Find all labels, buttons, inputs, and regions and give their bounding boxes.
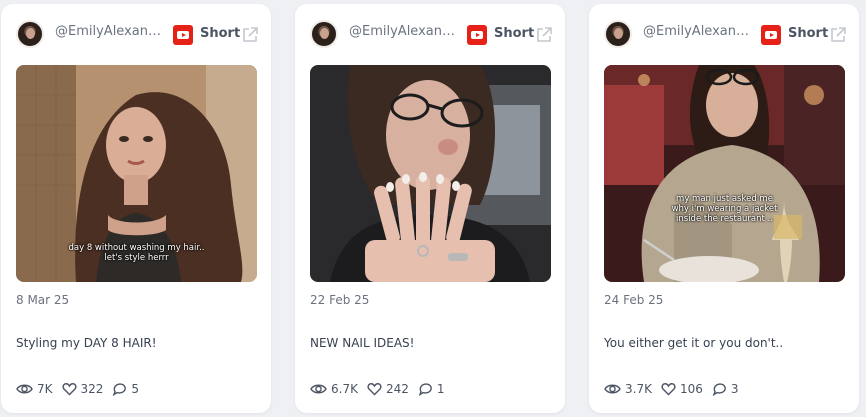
- comments-count: 5: [131, 382, 140, 396]
- eye-icon: [310, 384, 327, 394]
- creator-handle[interactable]: @EmilyAlexand...: [55, 24, 167, 39]
- comments-stat: 5: [112, 382, 139, 396]
- engagement-stats: 6.7K 242 1: [310, 380, 454, 398]
- external-link-icon[interactable]: [829, 26, 847, 44]
- platform-label: Short: [788, 26, 829, 41]
- eye-icon: [16, 384, 33, 394]
- video-thumbnail[interactable]: my man just asked me why i'm wearing a j…: [604, 65, 845, 282]
- comments-stat: 1: [418, 382, 445, 396]
- post-date: 24 Feb 25: [604, 293, 664, 307]
- post-title: You either get it or you don't..: [604, 336, 784, 350]
- views-count: 6.7K: [331, 382, 358, 396]
- card-header: @EmilyAlexand... Short: [295, 4, 565, 64]
- creator-handle[interactable]: @EmilyAlexand...: [643, 24, 755, 39]
- likes-stat: 106: [661, 382, 703, 396]
- engagement-stats: 3.7K 106 3: [604, 380, 748, 398]
- youtube-icon: [467, 25, 487, 45]
- platform-label: Short: [200, 26, 241, 41]
- post-card-1[interactable]: @EmilyAlexand... Short day 8 without was…: [1, 4, 271, 413]
- views-stat: 3.7K: [604, 382, 652, 396]
- youtube-icon: [761, 25, 781, 45]
- views-count: 3.7K: [625, 382, 652, 396]
- avatar[interactable]: [310, 20, 338, 48]
- external-link-icon[interactable]: [535, 26, 553, 44]
- comments-stat: 3: [712, 382, 739, 396]
- post-card-3[interactable]: @EmilyAlexand... Short my man just asked…: [589, 4, 859, 413]
- likes-count: 242: [385, 382, 409, 396]
- comment-icon: [712, 383, 726, 396]
- comments-count: 3: [730, 382, 739, 396]
- thumbnail-caption-line: let's style herrr: [104, 253, 169, 263]
- heart-icon: [661, 383, 676, 396]
- thumbnail-image: [310, 65, 551, 282]
- likes-stat: 242: [367, 382, 409, 396]
- post-date: 22 Feb 25: [310, 293, 370, 307]
- views-stat: 7K: [16, 382, 53, 396]
- creator-handle[interactable]: @EmilyAlexand...: [349, 24, 461, 39]
- eye-icon: [604, 384, 621, 394]
- likes-count: 322: [80, 382, 104, 396]
- post-date: 8 Mar 25: [16, 293, 70, 307]
- views-count: 7K: [37, 382, 53, 396]
- thumbnail-caption-line: my man just asked me: [676, 194, 773, 204]
- comments-count: 1: [436, 382, 445, 396]
- thumbnail-caption-line: inside the restaurant ..: [676, 214, 773, 224]
- card-header: @EmilyAlexand... Short: [1, 4, 271, 64]
- likes-stat: 322: [61, 382, 104, 396]
- thumbnail-image: [604, 65, 845, 282]
- card-header: @EmilyAlexand... Short: [589, 4, 859, 64]
- avatar[interactable]: [16, 20, 44, 48]
- post-card-2[interactable]: @EmilyAlexand... Short 22 Feb 25 NEW NAI…: [295, 4, 565, 413]
- youtube-icon: [173, 25, 193, 45]
- views-stat: 6.7K: [310, 382, 358, 396]
- platform-label: Short: [494, 26, 535, 41]
- post-title: Styling my DAY 8 HAIR!: [16, 336, 157, 350]
- external-link-icon[interactable]: [241, 26, 259, 44]
- avatar[interactable]: [604, 20, 632, 48]
- video-thumbnail[interactable]: [310, 65, 551, 282]
- comment-icon: [418, 383, 432, 396]
- heart-icon: [61, 383, 77, 396]
- video-thumbnail[interactable]: day 8 without washing my hair.. let's st…: [16, 65, 257, 282]
- likes-count: 106: [679, 382, 703, 396]
- heart-icon: [367, 383, 382, 396]
- thumbnail-caption-line: why i'm wearing a jacket: [671, 204, 778, 214]
- post-title: NEW NAIL IDEAS!: [310, 336, 415, 350]
- thumbnail-caption-line: day 8 without washing my hair..: [68, 243, 205, 253]
- comment-icon: [113, 383, 127, 396]
- engagement-stats: 7K 322 5: [16, 380, 148, 398]
